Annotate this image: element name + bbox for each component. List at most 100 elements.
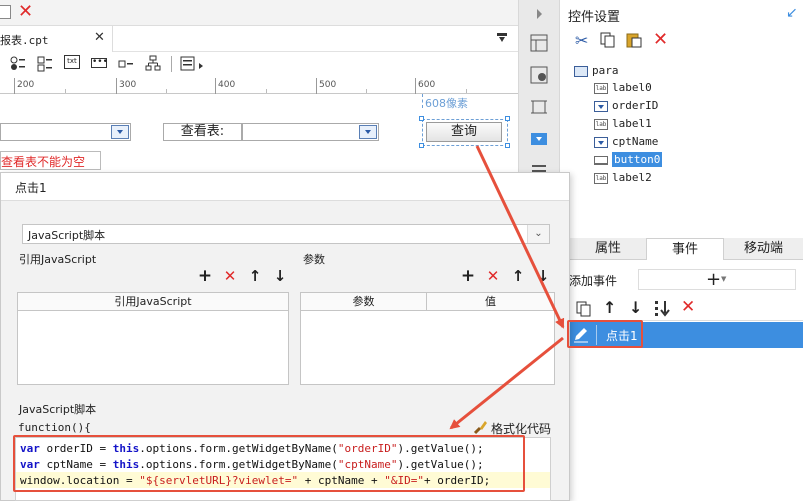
ruler-tick xyxy=(215,78,216,94)
ruler-minor-tick xyxy=(266,89,267,93)
move-down-param-icon[interactable]: ↓ xyxy=(535,268,551,284)
widget-settings-panel: 控件设置 ↙ ✂ ✕ para lab label0 orderID lab lab… xyxy=(560,0,803,501)
property-tabs: 属性 事件 移动端 xyxy=(570,238,803,260)
widget-bar: txt ••• xyxy=(0,52,518,77)
add-ref-icon[interactable]: + xyxy=(197,268,213,285)
annotation-box-event xyxy=(567,320,643,348)
file-tab[interactable]: 报表.cpt ✕ xyxy=(0,26,113,52)
ruler-tick-label: 500 xyxy=(319,80,337,90)
close-red-icon[interactable]: ✕ xyxy=(18,1,33,22)
add-event-dropdown[interactable]: + ▼ xyxy=(638,269,796,290)
tab-properties[interactable]: 属性 xyxy=(570,238,646,260)
params-label: 参数 xyxy=(303,253,325,266)
widget-tree: para lab label0 orderID lab label1 cptName… xyxy=(560,58,803,188)
close-tab-icon[interactable]: ✕ xyxy=(94,30,105,45)
ruler-tick-label: 200 xyxy=(17,80,35,90)
new-file-icon[interactable] xyxy=(0,5,11,19)
script-type-value: JavaScript脚本 xyxy=(28,229,106,242)
tree-widget-icon[interactable] xyxy=(145,55,161,71)
frame-icon[interactable] xyxy=(530,98,548,116)
remove-ref-icon[interactable]: ✕ xyxy=(222,268,238,284)
ref-js-label: 引用JavaScript xyxy=(19,253,97,266)
paste-icon[interactable] xyxy=(626,32,642,48)
button-icon xyxy=(594,155,608,165)
pin-icon[interactable]: ↙ xyxy=(786,5,798,21)
tree-item-label: orderID xyxy=(612,99,659,112)
query-button[interactable]: 查询 xyxy=(426,122,502,142)
ruler-tick-label: 600 xyxy=(418,80,436,90)
tree-item-button0[interactable]: button0 xyxy=(594,151,663,169)
delete-event-icon[interactable]: ✕ xyxy=(681,297,695,317)
move-bottom-icon[interactable] xyxy=(654,300,672,318)
error-label: 查看表不能为空 xyxy=(0,151,101,170)
ref-js-column-header: 引用JavaScript xyxy=(18,293,288,311)
tree-item-label2[interactable]: lab label2 xyxy=(594,169,652,187)
function-header: function(){ xyxy=(18,421,91,434)
resize-handle[interactable] xyxy=(505,116,510,121)
password-icon[interactable]: ••• xyxy=(91,58,108,68)
cptname-combo[interactable] xyxy=(242,123,379,141)
label-icon: lab xyxy=(594,82,608,94)
copy-icon[interactable] xyxy=(576,301,592,317)
top-toolbar: ✕ xyxy=(0,0,518,26)
plus-icon: + xyxy=(706,269,722,290)
dropdown-arrow-icon[interactable] xyxy=(111,125,129,139)
ruler-tick xyxy=(14,78,15,94)
tree-item-label: label1 xyxy=(612,117,652,130)
width-hint: 608像素 xyxy=(425,97,468,110)
text-widget-icon[interactable]: txt xyxy=(64,55,80,69)
form-canvas: 608像素 查看表: 查询 查看表不能为空 xyxy=(0,94,518,172)
ruler-tick-label: 300 xyxy=(119,80,137,90)
widget-icon[interactable] xyxy=(530,66,548,84)
tab-events[interactable]: 事件 xyxy=(646,238,724,260)
ruler-tick xyxy=(316,78,317,94)
ruler-minor-tick xyxy=(65,89,66,93)
resize-handle[interactable] xyxy=(505,143,510,148)
more-widgets-icon[interactable] xyxy=(180,56,206,72)
pin-panel-icon[interactable] xyxy=(496,32,508,44)
param-value-header: 值 xyxy=(427,293,554,311)
tree-item-label: cptName xyxy=(612,135,659,148)
add-param-icon[interactable]: + xyxy=(460,268,476,285)
chevron-down-icon: ⌄ xyxy=(527,225,549,243)
dialog-header: 点击1 xyxy=(1,173,569,201)
chevron-down-icon: ▼ xyxy=(721,275,727,283)
orderid-combo[interactable] xyxy=(0,123,131,141)
resize-handle[interactable] xyxy=(419,143,424,148)
dropdown-icon[interactable] xyxy=(530,130,548,148)
dropdown-arrow-icon[interactable] xyxy=(359,125,377,139)
collapse-arrow-icon[interactable] xyxy=(530,5,548,23)
move-down-icon[interactable]: ↓ xyxy=(629,298,642,317)
add-event-label: 添加事件 xyxy=(569,274,618,288)
tab-label: 移动端 xyxy=(743,241,783,256)
tree-item-orderid[interactable]: orderID xyxy=(594,97,658,115)
move-up-icon[interactable]: ↑ xyxy=(603,298,616,317)
move-up-param-icon[interactable]: ↑ xyxy=(510,268,526,284)
error-text: 查看表不能为空 xyxy=(1,155,86,169)
ruler-minor-tick xyxy=(366,89,367,93)
radio-group-icon[interactable] xyxy=(10,56,26,72)
tree-item-cptname[interactable]: cptName xyxy=(594,133,658,151)
layout-icon[interactable] xyxy=(530,34,548,52)
resize-handle[interactable] xyxy=(419,116,424,121)
tab-mobile[interactable]: 移动端 xyxy=(724,238,803,260)
format-brush-icon[interactable] xyxy=(472,419,488,435)
script-label: JavaScript脚本 xyxy=(19,403,97,416)
tree-item-label0[interactable]: lab label0 xyxy=(594,79,652,97)
script-type-select[interactable]: JavaScript脚本 ⌄ xyxy=(22,224,550,244)
ruler-tick xyxy=(415,78,416,94)
cut-icon[interactable]: ✂ xyxy=(575,31,588,50)
tree-root[interactable]: para xyxy=(574,62,619,80)
copy-icon[interactable] xyxy=(600,32,616,48)
move-up-ref-icon[interactable]: ↑ xyxy=(247,268,263,284)
annotation-box-code xyxy=(13,435,525,492)
ruler-tick-label: 400 xyxy=(218,80,236,90)
checkbox-group-icon[interactable] xyxy=(37,56,53,72)
ruler-minor-tick xyxy=(466,89,467,93)
tree-item-label1[interactable]: lab label1 xyxy=(594,115,652,133)
delete-icon[interactable]: ✕ xyxy=(653,29,668,50)
remove-param-icon[interactable]: ✕ xyxy=(485,268,501,284)
button-widget-icon[interactable] xyxy=(118,56,134,72)
move-down-ref-icon[interactable]: ↓ xyxy=(272,268,288,284)
dialog-title: 点击1 xyxy=(15,181,47,195)
